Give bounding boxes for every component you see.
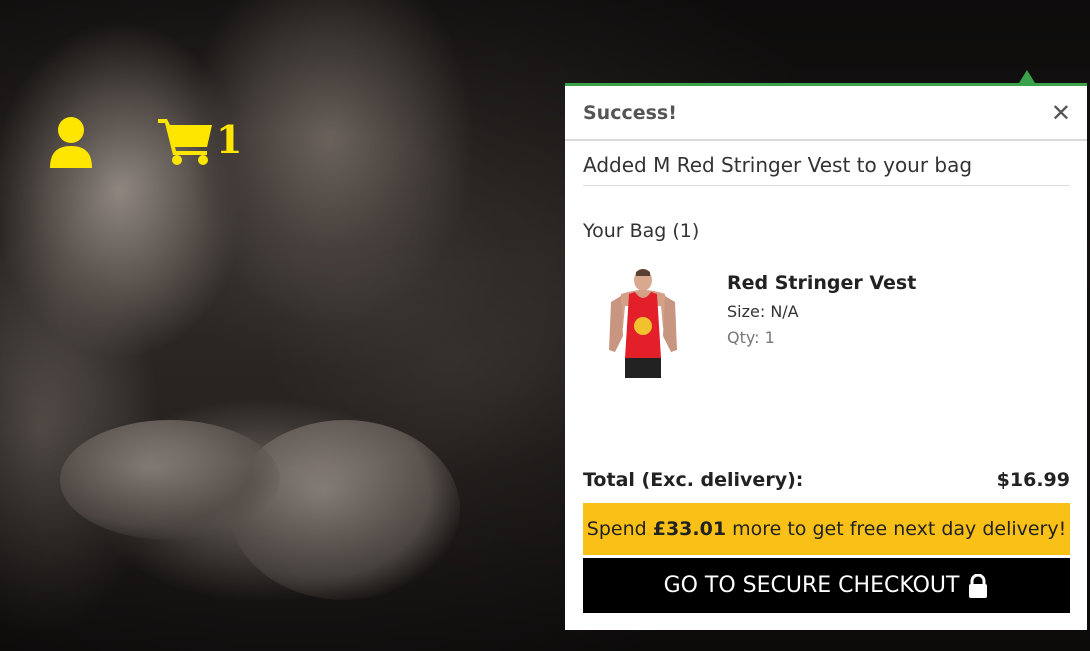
popup-title: Success! bbox=[583, 101, 677, 124]
total-row: Total (Exc. delivery): $16.99 bbox=[583, 469, 1070, 491]
delivery-amount: £33.01 bbox=[652, 518, 727, 540]
total-label: Total (Exc. delivery): bbox=[583, 469, 804, 491]
add-to-bag-popup: Success! ✕ Added M Red Stringer Vest to … bbox=[565, 83, 1087, 630]
free-delivery-banner: Spend £33.01 more to get free next day d… bbox=[583, 503, 1070, 555]
secure-checkout-button[interactable]: GO TO SECURE CHECKOUT bbox=[583, 558, 1070, 613]
product-image-red-stringer-vest[interactable] bbox=[603, 266, 683, 378]
item-qty: Qty: 1 bbox=[727, 328, 775, 347]
bag-title: Your Bag (1) bbox=[583, 220, 700, 242]
lock-icon bbox=[969, 573, 988, 598]
item-name[interactable]: Red Stringer Vest bbox=[727, 272, 916, 294]
close-icon[interactable]: ✕ bbox=[1051, 101, 1071, 125]
bag-item: Red Stringer Vest Size: N/A Qty: 1 bbox=[565, 242, 1087, 382]
cart-link[interactable]: 1 bbox=[158, 112, 242, 168]
checkout-label: GO TO SECURE CHECKOUT bbox=[663, 573, 960, 598]
popup-header: Success! ✕ bbox=[565, 86, 1087, 141]
added-message: Added M Red Stringer Vest to your bag bbox=[583, 153, 1070, 186]
total-value: $16.99 bbox=[996, 469, 1070, 491]
user-icon[interactable] bbox=[48, 116, 94, 168]
delivery-suffix: more to get free next day delivery! bbox=[726, 518, 1067, 540]
popup-caret bbox=[1019, 70, 1035, 83]
cart-icon bbox=[158, 119, 212, 165]
item-size: Size: N/A bbox=[727, 302, 799, 321]
delivery-prefix: Spend bbox=[586, 518, 653, 540]
cart-count-badge: 1 bbox=[216, 117, 243, 162]
